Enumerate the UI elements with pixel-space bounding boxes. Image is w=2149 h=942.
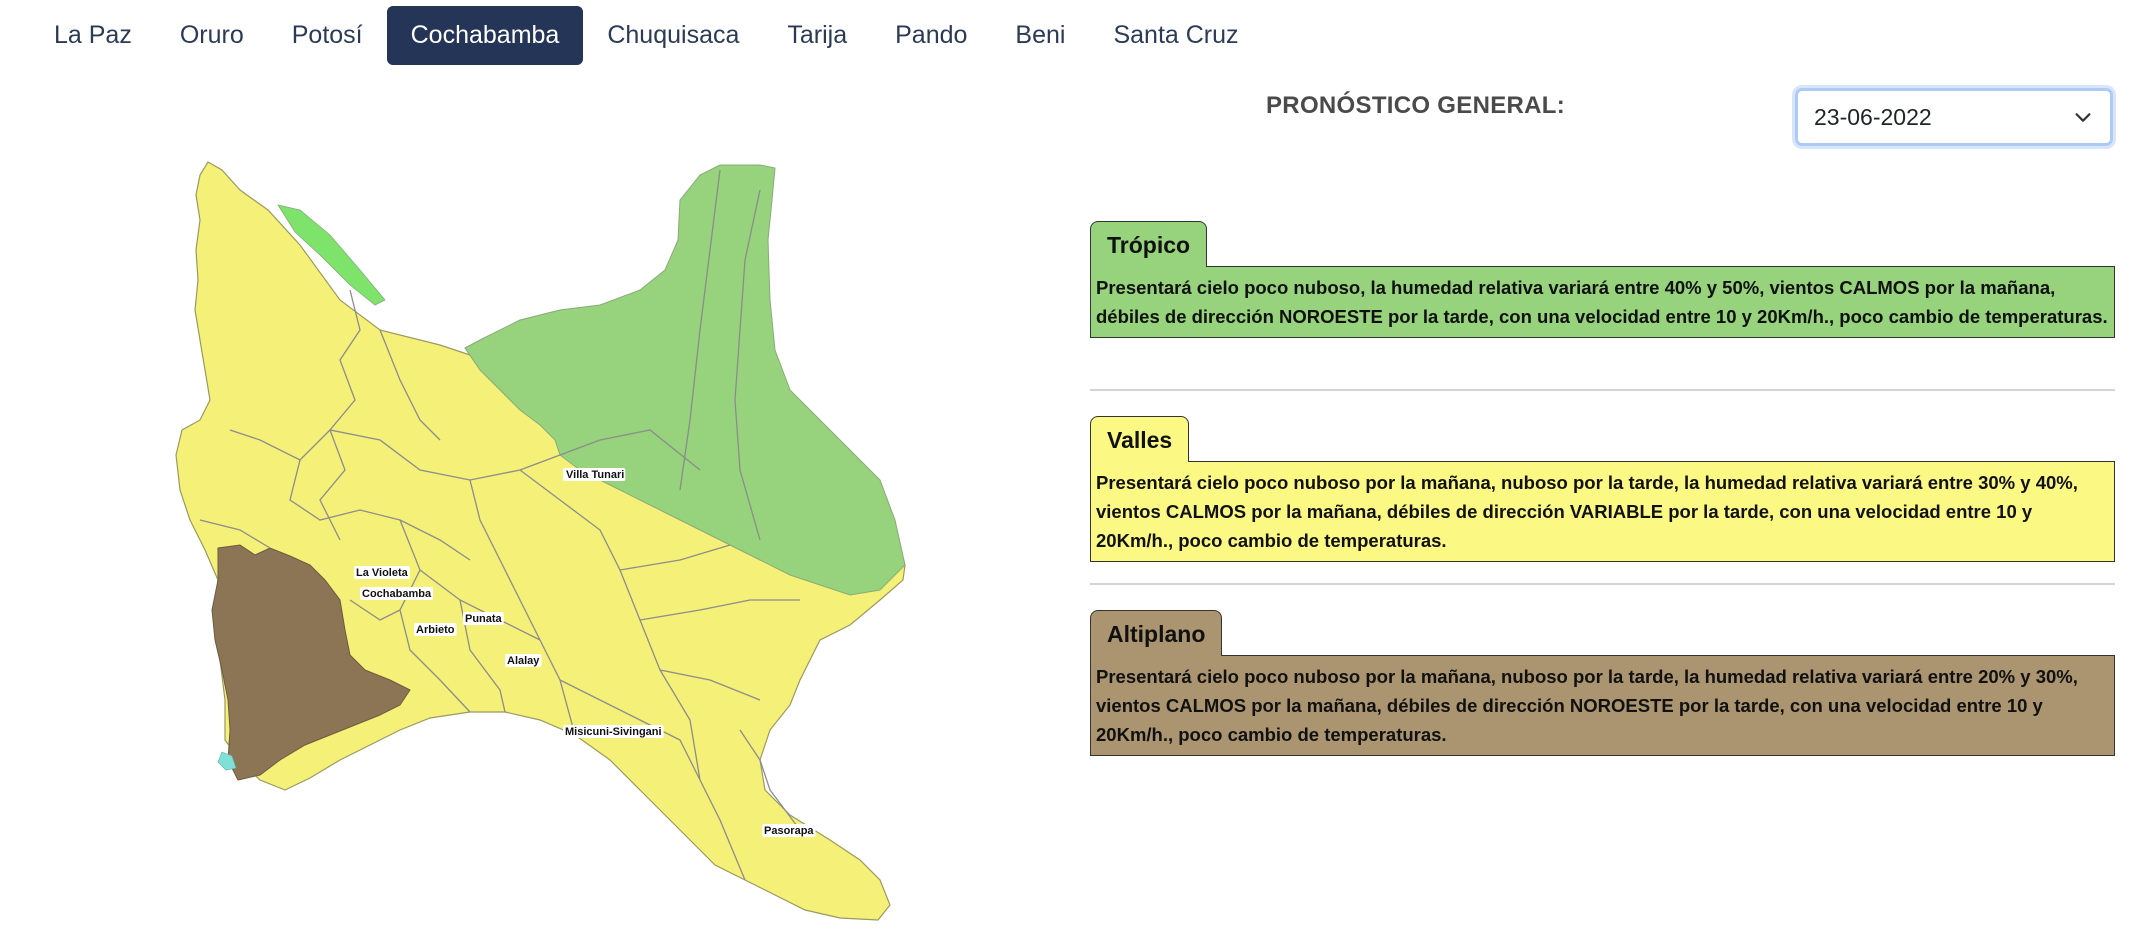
map-label-alalay: Alalay	[507, 655, 540, 667]
date-select-value: 23-06-2022	[1814, 103, 1932, 130]
map-label-la-violeta: La Violeta	[356, 567, 409, 579]
zone-card-tropico: Trópico Presentará cielo poco nuboso, la…	[1090, 220, 2115, 338]
divider	[1090, 583, 2115, 585]
zone-text-valles: Presentará cielo poco nuboso por la maña…	[1090, 461, 2115, 562]
forecast-map: Villa Tunari La Violeta Cochabamba Arbie…	[150, 150, 930, 940]
map-label-villa-tunari: Villa Tunari	[566, 469, 624, 481]
tab-beni[interactable]: Beni	[991, 6, 1089, 65]
zone-title-tropico: Trópico	[1090, 221, 1208, 267]
tab-potosi[interactable]: Potosí	[268, 6, 387, 65]
zone-title-altiplano: Altiplano	[1090, 610, 1223, 656]
tab-cochabamba[interactable]: Cochabamba	[386, 6, 584, 65]
tab-pando[interactable]: Pando	[871, 6, 991, 65]
zone-text-tropico: Presentará cielo poco nuboso, la humedad…	[1090, 266, 2115, 338]
zone-text-altiplano: Presentará cielo poco nuboso por la maña…	[1090, 655, 2115, 756]
map-label-punata: Punata	[465, 613, 503, 625]
tab-tarija[interactable]: Tarija	[763, 6, 871, 65]
zone-title-valles: Valles	[1090, 416, 1190, 462]
map-label-pasorapa: Pasorapa	[764, 825, 814, 837]
date-select[interactable]: 23-06-2022	[1795, 88, 2113, 146]
zone-card-altiplano: Altiplano Presentará cielo poco nuboso p…	[1090, 609, 2115, 756]
chevron-down-icon	[2075, 113, 2091, 122]
map-label-misicuni: Misicuni-Sivingani	[565, 726, 662, 738]
tab-santa-cruz[interactable]: Santa Cruz	[1089, 6, 1262, 65]
zone-card-valles: Valles Presentará cielo poco nuboso por …	[1090, 415, 2115, 562]
cochabamba-map: Villa Tunari La Violeta Cochabamba Arbie…	[175, 161, 906, 921]
general-forecast-title: PRONÓSTICO GENERAL:	[1266, 92, 1566, 119]
divider	[1090, 389, 2115, 391]
department-tabs: La Paz Oruro Potosí Cochabamba Chuquisac…	[30, 6, 1263, 65]
tab-la-paz[interactable]: La Paz	[30, 6, 156, 65]
tab-chuquisaca[interactable]: Chuquisaca	[583, 6, 763, 65]
tab-oruro[interactable]: Oruro	[156, 6, 268, 65]
map-label-arbieto: Arbieto	[416, 624, 455, 636]
map-label-cochabamba: Cochabamba	[362, 588, 432, 600]
